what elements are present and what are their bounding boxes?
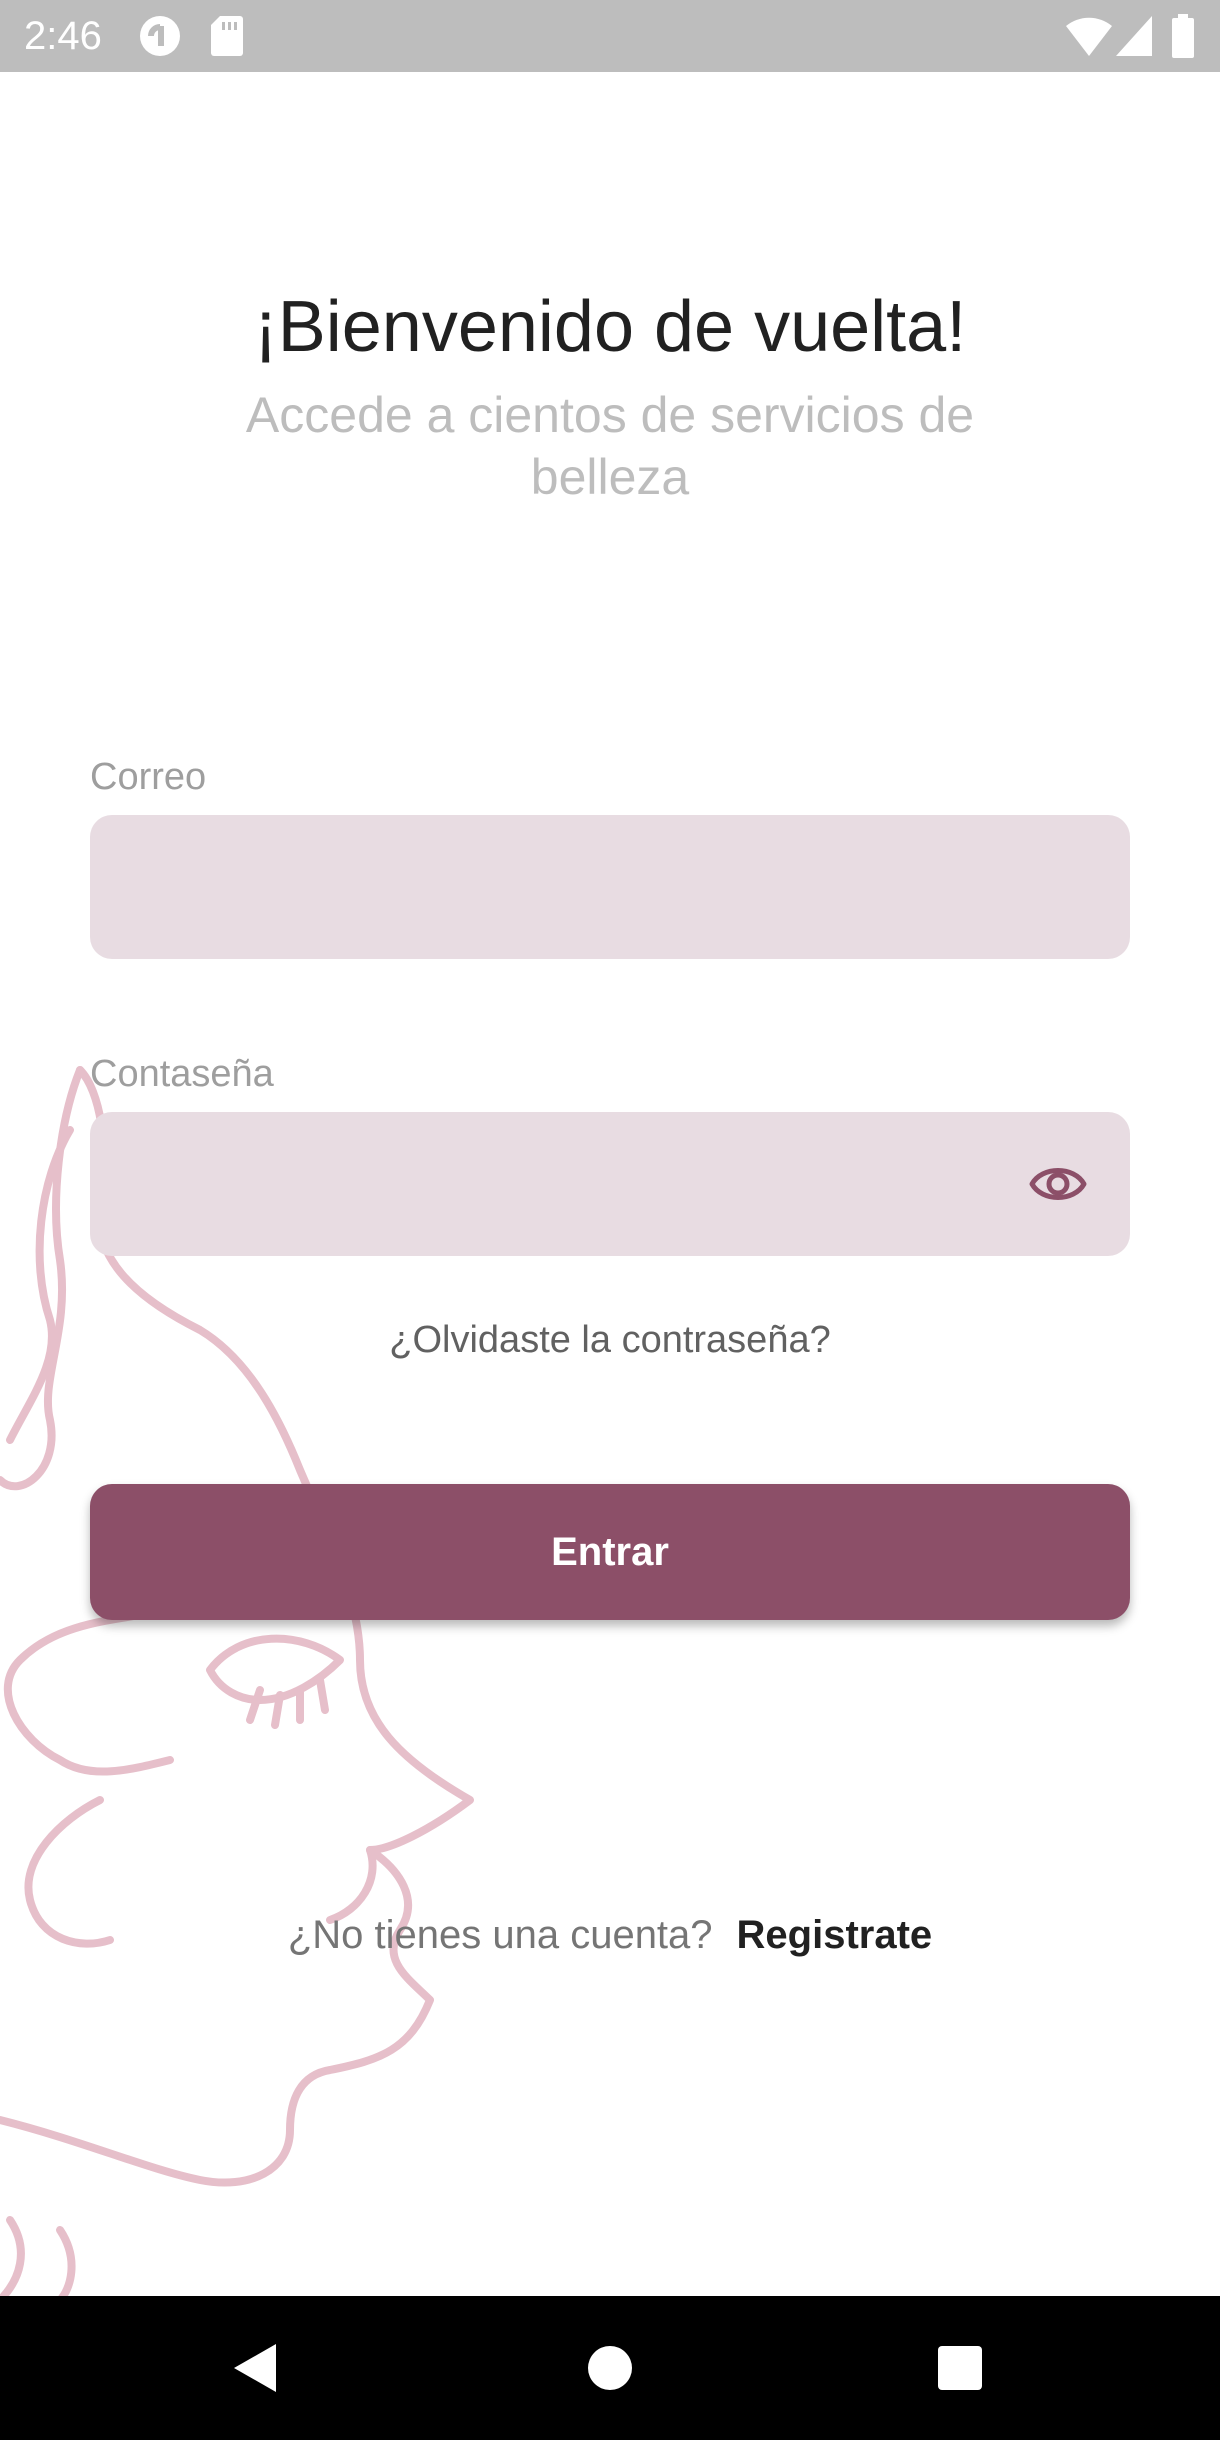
back-icon[interactable] (220, 2332, 292, 2404)
page-subtitle: Accede a cientos de servicios de belleza (245, 387, 975, 505)
login-screen: 2:46 ¡Bienvenido de vuelta! Accede a cie… (0, 0, 1220, 2440)
pocket-casts-icon (140, 16, 180, 56)
forgot-password-link[interactable]: ¿Olvidaste la contraseña? (0, 1316, 1220, 1364)
register-link[interactable]: Registrate (737, 1913, 933, 1957)
signal-icon (1116, 16, 1152, 56)
password-label: Contaseña (90, 1053, 274, 1095)
email-label: Correo (90, 756, 207, 798)
home-icon[interactable] (574, 2332, 646, 2404)
page-title: ¡Bienvenido de vuelta! (253, 287, 967, 367)
email-field[interactable] (90, 815, 1130, 959)
status-time: 2:46 (24, 14, 102, 58)
eye-icon[interactable] (1028, 1158, 1088, 1210)
recents-icon[interactable] (924, 2332, 996, 2404)
signup-row: ¿No tienes una cuenta? Registrate (0, 1910, 1220, 1960)
status-bar: 2:46 (0, 0, 1220, 72)
wifi-icon (1066, 17, 1112, 56)
no-account-text: ¿No tienes una cuenta? (287, 1913, 713, 1957)
sd-card-icon (211, 16, 243, 56)
password-field[interactable] (90, 1112, 1130, 1256)
battery-icon (1172, 14, 1194, 58)
navigation-bar (0, 2296, 1220, 2440)
enter-button[interactable]: Entrar (90, 1484, 1130, 1620)
